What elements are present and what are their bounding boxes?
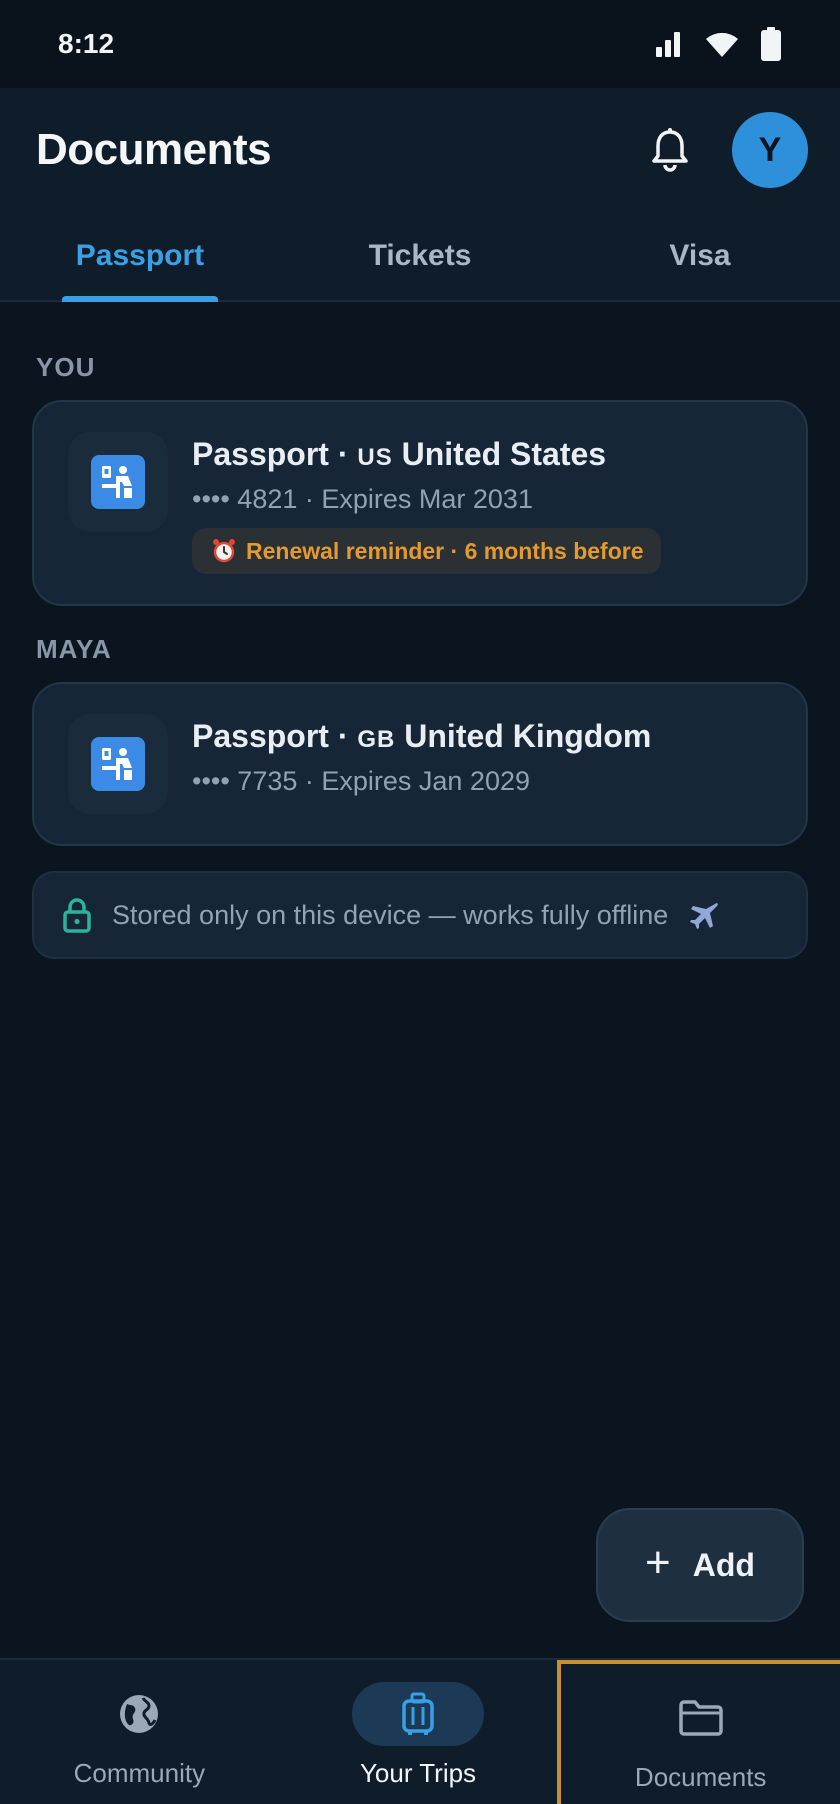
nav-label: Documents — [634, 1762, 767, 1792]
offline-note-text: Stored only on this device — works fully… — [112, 899, 669, 930]
tab-passport[interactable]: Passport — [0, 212, 280, 302]
renewal-reminder-badge[interactable]: Renewal reminder · 6 months before — [192, 528, 662, 574]
country-code: GB — [357, 726, 396, 753]
nav-label: Your Trips — [359, 1758, 477, 1788]
nav-item-community[interactable]: Community — [0, 1660, 279, 1804]
country-code: US — [357, 444, 393, 471]
passport-title-prefix: Passport · — [192, 436, 349, 472]
airplane-icon — [690, 903, 719, 929]
passport-title: Passport · GB United Kingdom — [192, 718, 651, 755]
passport-icon-wrap — [68, 714, 168, 814]
avatar[interactable]: Y — [732, 112, 808, 188]
bell-icon — [652, 128, 688, 172]
passport-icon-wrap — [68, 432, 168, 532]
tab-tickets[interactable]: Tickets — [280, 212, 560, 300]
avatar-initial: Y — [758, 130, 782, 169]
reminder-text: Renewal reminder · 6 months before — [246, 537, 644, 564]
nav-pill — [73, 1682, 205, 1746]
battery-icon — [761, 27, 781, 61]
notifications-button[interactable] — [648, 128, 692, 172]
plus-icon: + — [645, 1538, 671, 1587]
passport-title: Passport · US United States — [192, 436, 606, 473]
country-name: United Kingdom — [404, 718, 652, 754]
add-document-button[interactable]: + Add — [596, 1508, 804, 1622]
nav-pill — [352, 1682, 484, 1746]
passport-control-icon — [91, 737, 145, 791]
app-actions: Y — [648, 112, 808, 188]
passport-title-prefix: Passport · — [192, 718, 349, 754]
nav-item-your-trips[interactable]: Your Trips — [279, 1660, 558, 1804]
document-tabs: Passport Tickets Visa — [0, 212, 840, 302]
bottom-nav: Community Your Trips Documents — [0, 1658, 840, 1804]
wifi-icon — [706, 32, 738, 57]
offline-storage-note: Stored only on this device — works fully… — [32, 871, 808, 959]
lock-icon — [63, 898, 91, 933]
luggage-icon — [402, 1692, 434, 1735]
section-label-maya: MAYA — [36, 634, 112, 664]
documents-screen: 8:12 Documents Y Passport Tickets Visa Y… — [0, 0, 840, 1804]
section-label-you: YOU — [36, 352, 96, 382]
status-bar: 8:12 — [0, 0, 840, 88]
alarm-clock-icon — [213, 539, 235, 563]
passport-card-gb[interactable]: Passport · GB United Kingdom •••• 7735 ·… — [32, 682, 808, 846]
country-name: United States — [401, 436, 607, 472]
tab-visa[interactable]: Visa — [560, 212, 840, 300]
status-icons — [654, 27, 782, 61]
app-bar: Documents Y — [0, 88, 840, 212]
status-time: 8:12 — [58, 28, 115, 59]
passport-subtitle: •••• 4821 · Expires Mar 2031 — [192, 484, 533, 514]
tab-label: Tickets — [368, 239, 472, 272]
passport-subtitle: •••• 7735 · Expires Jan 2029 — [192, 766, 531, 796]
page-title: Documents — [36, 125, 272, 174]
nav-label: Community — [73, 1758, 206, 1788]
signal-icon — [656, 32, 680, 57]
tab-label: Visa — [669, 239, 731, 272]
globe-icon — [120, 1695, 159, 1733]
add-button-label: Add — [692, 1546, 755, 1583]
nav-pill — [635, 1686, 767, 1750]
nav-item-documents[interactable]: Documents — [557, 1660, 840, 1804]
passport-card-us[interactable]: Passport · US United States •••• 4821 · … — [32, 400, 808, 606]
folder-icon — [678, 1700, 723, 1736]
passport-control-icon — [91, 455, 145, 509]
tab-label: Passport — [75, 239, 205, 272]
